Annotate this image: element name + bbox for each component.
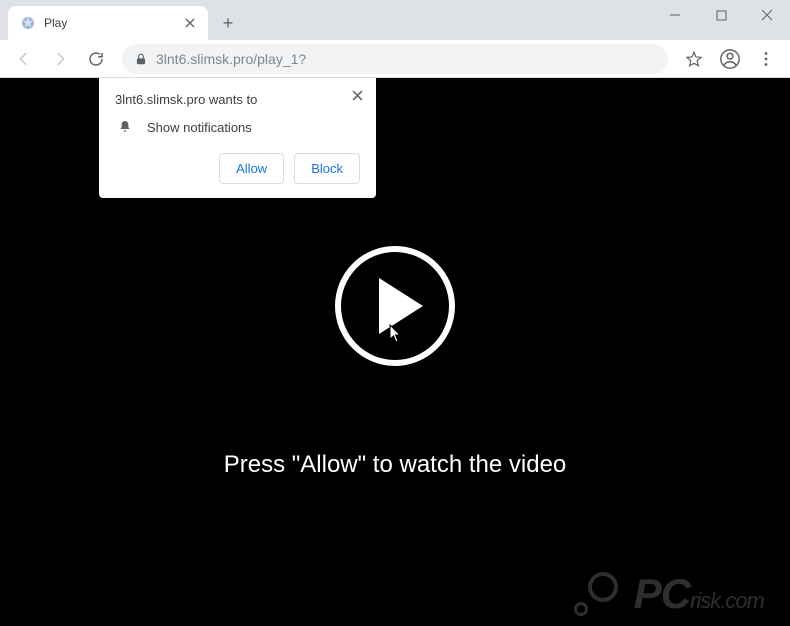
page-content: 3lnt6.slimsk.pro wants to Show notificat… xyxy=(0,78,790,626)
play-button[interactable] xyxy=(335,246,455,366)
maximize-button[interactable] xyxy=(698,0,744,30)
forward-button[interactable] xyxy=(44,43,76,75)
dialog-title: 3lnt6.slimsk.pro wants to xyxy=(115,92,360,107)
browser-menu-button[interactable] xyxy=(750,43,782,75)
instruction-text: Press "Allow" to watch the video xyxy=(224,451,567,479)
address-bar[interactable] xyxy=(122,44,668,74)
play-icon xyxy=(379,278,423,334)
tab-favicon xyxy=(20,15,36,31)
browser-toolbar xyxy=(0,40,790,78)
lock-icon xyxy=(134,52,148,66)
window-close-button[interactable] xyxy=(744,0,790,30)
tab-close-button[interactable] xyxy=(182,15,198,31)
tab-title: Play xyxy=(44,16,174,30)
dialog-close-button[interactable] xyxy=(346,84,368,106)
minimize-button[interactable] xyxy=(652,0,698,30)
permission-label: Show notifications xyxy=(147,120,252,135)
window-controls xyxy=(652,0,790,30)
browser-tab[interactable]: Play xyxy=(8,6,208,40)
reload-button[interactable] xyxy=(80,43,112,75)
bell-icon xyxy=(117,119,133,135)
url-input[interactable] xyxy=(156,51,656,67)
block-button[interactable]: Block xyxy=(294,153,360,184)
title-bar: Play + xyxy=(0,0,790,40)
allow-button[interactable]: Allow xyxy=(219,153,284,184)
notification-permission-dialog: 3lnt6.slimsk.pro wants to Show notificat… xyxy=(99,78,376,198)
bookmark-button[interactable] xyxy=(678,43,710,75)
profile-button[interactable] xyxy=(714,43,746,75)
new-tab-button[interactable]: + xyxy=(214,9,242,37)
back-button[interactable] xyxy=(8,43,40,75)
